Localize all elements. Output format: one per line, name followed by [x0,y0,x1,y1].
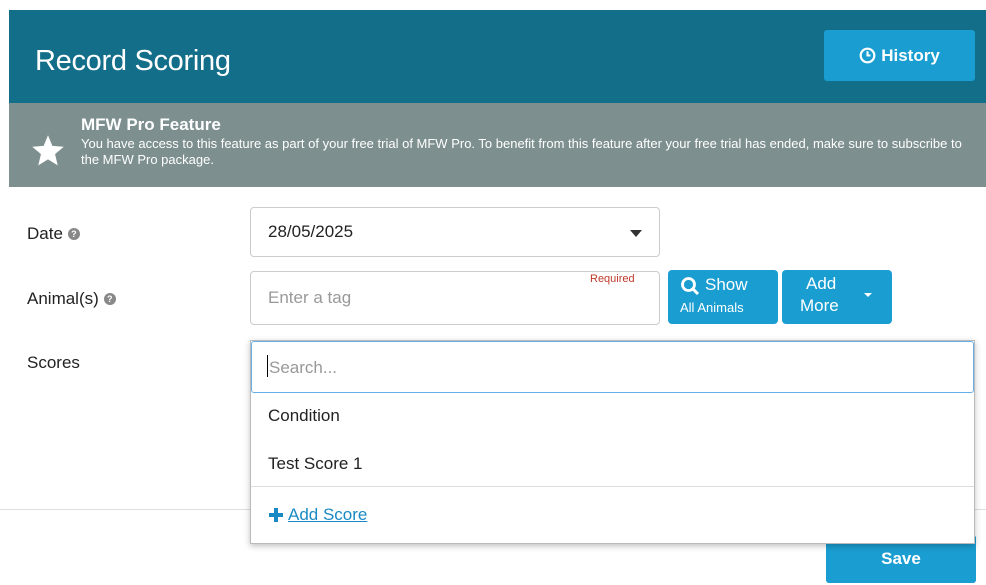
search-icon [681,277,700,296]
date-value: 28/05/2025 [268,222,354,241]
text-cursor [267,355,268,377]
pro-feature-banner: MFW Pro Feature You have access to this … [9,103,986,187]
question-icon[interactable]: ? [103,293,116,305]
scores-option-test-score-1[interactable]: Test Score 1 [268,454,363,474]
animals-label-row: Animal(s) ? [27,289,116,309]
add-more-button[interactable]: Add More [782,270,892,324]
page-title: Record Scoring [35,45,231,77]
scores-search-input[interactable]: Search... [251,341,974,393]
caret-down-icon [864,293,872,297]
history-label: History [881,45,940,65]
question-icon[interactable]: ? [67,228,80,240]
tag-placeholder: Enter a tag [268,288,352,307]
date-select[interactable]: 28/05/2025 [250,207,660,257]
add-score-label: Add Score [288,505,368,524]
show-all-animals-button[interactable]: Show All Animals [668,270,778,324]
date-label-row: Date ? [27,224,80,244]
page-header: Record Scoring History [9,10,986,103]
scores-label: Scores [27,353,80,372]
animals-label: Animal(s) [27,289,99,308]
clock-icon [859,47,876,64]
pro-banner-title: MFW Pro Feature [81,115,221,134]
add-label: Add [806,274,837,293]
plus-icon [269,508,283,522]
date-label: Date [27,224,63,243]
more-label: More [800,296,839,315]
add-score-link[interactable]: Add Score [268,505,367,525]
scores-label-row: Scores [27,353,80,373]
pro-banner-text: You have access to this feature as part … [81,136,962,167]
scores-option-condition[interactable]: Condition [268,406,340,426]
all-animals-label: All Animals [680,300,744,315]
search-placeholder: Search... [269,358,338,377]
scores-dropdown: Search... Condition Test Score 1 Add Sco… [250,340,975,544]
chevron-down-icon [630,230,642,237]
required-indicator: Required [590,273,635,285]
show-label: Show [705,275,748,294]
dropdown-divider [251,486,974,487]
star-icon [32,135,64,166]
history-button[interactable]: History [824,30,975,81]
